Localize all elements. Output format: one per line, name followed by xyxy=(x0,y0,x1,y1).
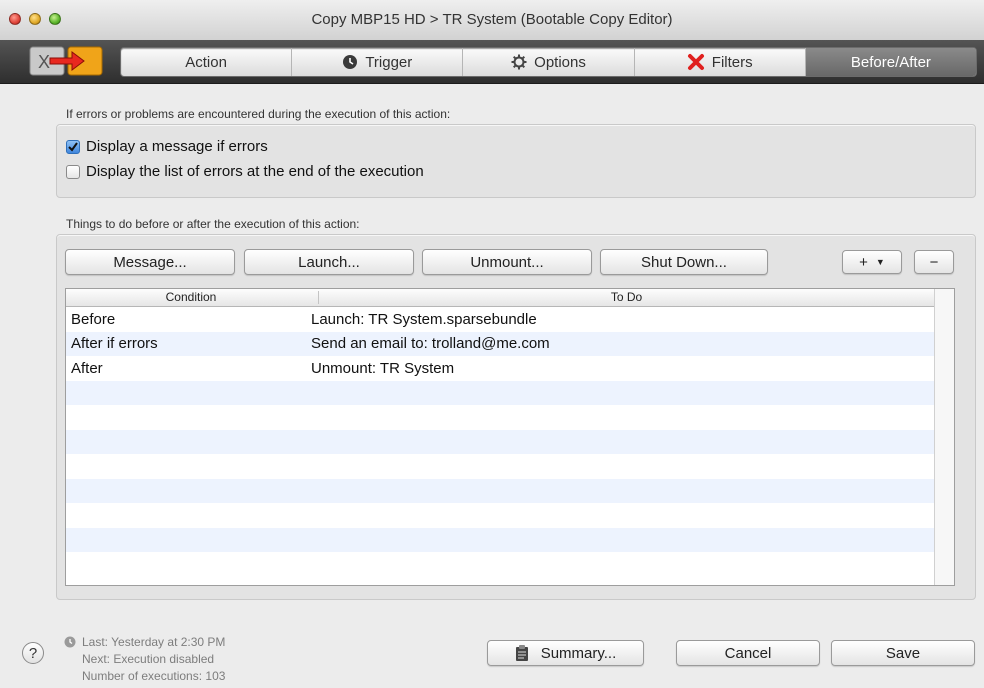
vertical-scrollbar[interactable] xyxy=(934,289,954,585)
things-heading: Things to do before or after the executi… xyxy=(66,217,360,231)
option-display-message[interactable]: Display a message if errors xyxy=(66,138,268,155)
table-header: Condition To Do xyxy=(66,289,954,307)
actions-table[interactable]: Condition To Do Before Launch: TR System… xyxy=(65,288,955,586)
option-display-list[interactable]: Display the list of errors at the end of… xyxy=(66,163,424,180)
table-row[interactable]: After Unmount: TR System xyxy=(66,356,934,381)
checkmark-icon xyxy=(68,141,78,152)
gear-icon xyxy=(511,54,527,70)
tab-options-label: Options xyxy=(534,53,586,71)
tab-action[interactable]: Action xyxy=(121,48,293,76)
empty-row xyxy=(66,478,934,503)
save-button[interactable]: Save xyxy=(831,640,975,666)
checkbox-display-list[interactable] xyxy=(66,164,80,179)
empty-row xyxy=(66,380,934,405)
table-row[interactable]: Before Launch: TR System.sparsebundle xyxy=(66,307,934,332)
message-button[interactable]: Message... xyxy=(65,249,235,275)
table-body: Before Launch: TR System.sparsebundle Af… xyxy=(66,307,934,577)
option-display-message-label: Display a message if errors xyxy=(86,138,268,155)
unmount-button[interactable]: Unmount... xyxy=(422,249,592,275)
editor-window: Copy MBP15 HD > TR System (Bootable Copy… xyxy=(0,0,984,688)
tab-options[interactable]: Options xyxy=(463,48,635,76)
title-bar: Copy MBP15 HD > TR System (Bootable Copy… xyxy=(0,0,984,41)
summary-button[interactable]: Summary... xyxy=(487,640,644,666)
window-title: Copy MBP15 HD > TR System (Bootable Copy… xyxy=(311,11,673,28)
red-x-icon xyxy=(687,53,705,71)
empty-row xyxy=(66,454,934,479)
schedule-icon xyxy=(64,636,76,648)
execution-status: Last: Yesterday at 2:30 PM Next: Executi… xyxy=(82,634,225,685)
help-button[interactable]: ? xyxy=(22,642,44,664)
shut-down-button[interactable]: Shut Down... xyxy=(600,249,768,275)
chevron-down-icon: ▼ xyxy=(875,257,885,267)
launch-button[interactable]: Launch... xyxy=(244,249,414,275)
tab-trigger[interactable]: Trigger xyxy=(292,48,464,76)
empty-row xyxy=(66,429,934,454)
remove-icon: − xyxy=(929,253,939,271)
cell-condition: After if errors xyxy=(71,335,158,353)
summary-label: Summary... xyxy=(540,644,617,662)
checkbox-display-message[interactable] xyxy=(66,139,80,154)
add-menu-button[interactable]: + ▼ xyxy=(842,250,902,274)
empty-row xyxy=(66,503,934,528)
clock-icon xyxy=(342,54,358,70)
option-display-list-label: Display the list of errors at the end of… xyxy=(86,163,424,180)
column-todo[interactable]: To Do xyxy=(319,290,934,304)
add-icon: + xyxy=(859,253,868,271)
cell-condition: Before xyxy=(71,310,116,328)
cell-todo: Send an email to: trolland@me.com xyxy=(311,335,550,353)
status-count: Number of executions: 103 xyxy=(82,669,226,683)
cell-condition: After xyxy=(71,359,103,377)
tab-trigger-label: Trigger xyxy=(365,53,413,71)
empty-row xyxy=(66,527,934,552)
cell-todo: Launch: TR System.sparsebundle xyxy=(311,310,537,328)
tab-before-after-label: Before/After xyxy=(850,53,931,71)
table-row[interactable]: After if errors Send an email to: trolla… xyxy=(66,331,934,356)
tab-before-after[interactable]: Before/After xyxy=(805,48,976,76)
tab-bar: Action Trigger Options Filters Before/Af… xyxy=(120,47,977,77)
tab-action-label: Action xyxy=(185,53,227,71)
tab-filters-label: Filters xyxy=(711,53,753,71)
errors-heading: If errors or problems are encountered du… xyxy=(66,107,451,121)
cancel-button[interactable]: Cancel xyxy=(676,640,820,666)
status-next: Next: Execution disabled xyxy=(82,652,215,666)
remove-button[interactable]: − xyxy=(914,250,954,274)
app-icon: X xyxy=(29,46,103,76)
cell-todo: Unmount: TR System xyxy=(311,359,455,377)
column-condition[interactable]: Condition xyxy=(66,290,316,304)
tab-filters[interactable]: Filters xyxy=(635,48,806,76)
status-last: Last: Yesterday at 2:30 PM xyxy=(82,635,226,649)
errors-group xyxy=(56,124,976,198)
svg-text:X: X xyxy=(38,52,50,72)
empty-row xyxy=(66,552,934,577)
empty-row xyxy=(66,405,934,430)
clipboard-icon xyxy=(515,645,528,661)
